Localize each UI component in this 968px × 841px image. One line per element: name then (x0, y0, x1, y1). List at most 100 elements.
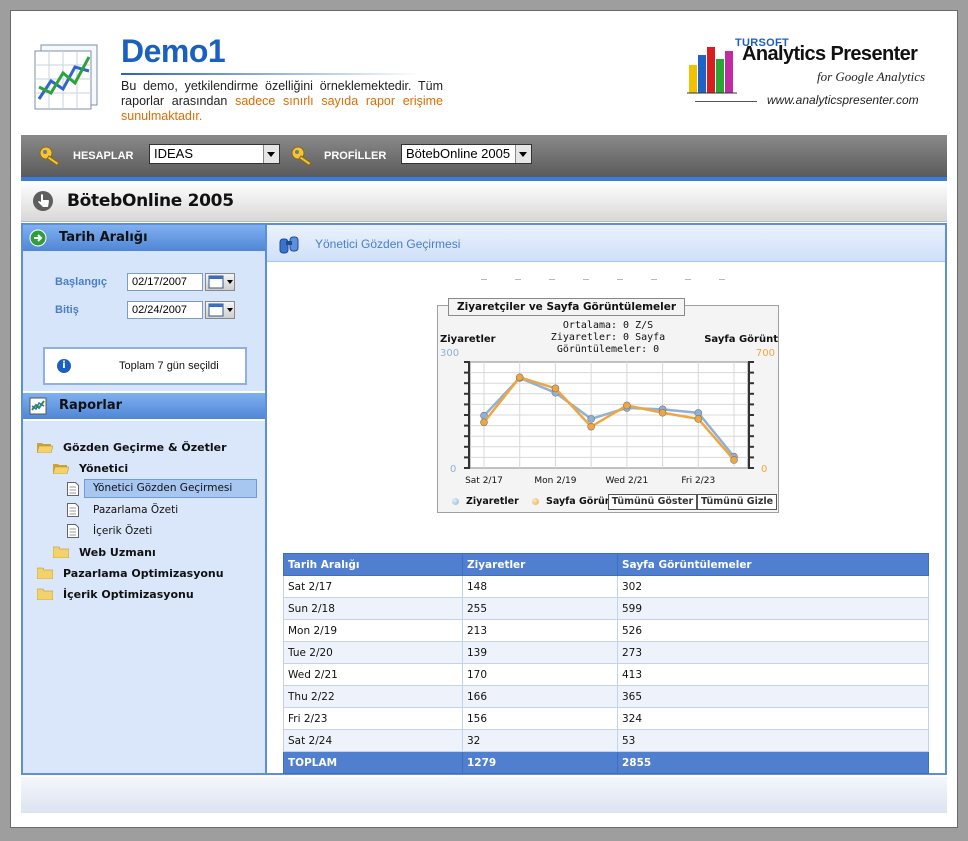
legend-visits[interactable]: Ziyaretler (466, 496, 519, 507)
page-title: Demo1 (121, 33, 226, 69)
table-cell: 213 (462, 619, 618, 642)
data-point (480, 418, 488, 427)
table-cell: Wed 2/21 (283, 663, 463, 686)
table-total-row: TOPLAM 1279 2855 (283, 751, 929, 774)
date-range-panel: Başlangıç 02/17/2007 Bitiş 02/24/2007 i … (23, 251, 265, 391)
table-row: Tue 2/20 139 273 (283, 641, 929, 664)
tree-item-overview[interactable]: Gözden Geçirme & Özetler (37, 439, 237, 457)
legend-pageviews[interactable]: Sayfa Görün (546, 496, 608, 507)
start-date-label: Başlangıç (55, 276, 107, 288)
table-row: Sun 2/18 255 599 (283, 597, 929, 620)
tree-item-web-expert[interactable]: Web Uzmanı (53, 544, 233, 562)
document-icon (67, 503, 79, 517)
legend-dot-pageviews (532, 498, 539, 505)
end-date-label: Bitiş (55, 304, 79, 316)
key-icon (39, 146, 60, 167)
data-point (694, 415, 703, 423)
tree-item-content-optimization[interactable]: İçerik Optimizasyonu (37, 586, 247, 604)
brand-url-rule (695, 101, 757, 102)
table-row: Wed 2/21 170 413 (283, 663, 929, 686)
line-chart: 0 0 Sat 2/17 Mon 2/19 Wed 2/21 Fri 2/23 (450, 361, 767, 486)
tree-item-label: Pazarlama Özeti (93, 504, 179, 516)
chevron-down-icon[interactable] (263, 145, 279, 163)
arrow-right-circle-icon (29, 229, 47, 247)
table-cell: 53 (617, 729, 929, 752)
tree-item-executive-review[interactable]: Yönetici Gözden Geçirmesi (84, 479, 257, 498)
chevron-down-icon[interactable] (515, 145, 531, 163)
accounts-select[interactable]: IDEAS (149, 144, 280, 164)
table-cell: 148 (462, 575, 618, 598)
folder-open-icon (53, 464, 69, 474)
reports-header: Raporlar (23, 393, 265, 419)
tree-item-label: İçerik Optimizasyonu (63, 588, 194, 601)
total-cell: 2855 (617, 751, 929, 774)
table-cell: 139 (462, 641, 618, 664)
start-date-input[interactable]: 02/17/2007 (127, 273, 203, 291)
profiles-select[interactable]: BötebOnline 2005 (401, 144, 532, 164)
table-row: Sat 2/17 148 302 (283, 575, 929, 598)
table-cell: Fri 2/23 (283, 707, 463, 730)
brand-logo: TURSOFT Analytics Presenter for Google A… (687, 37, 937, 127)
table-cell: 273 (617, 641, 929, 664)
table-cell: 302 (617, 575, 929, 598)
date-range-header: Tarih Aralığı (23, 225, 265, 251)
calendar-icon (208, 275, 233, 289)
page-header: Demo1 Bu demo, yetkilendirme özelliğini … (11, 11, 957, 135)
binoculars-icon (279, 236, 299, 254)
table-cell: 170 (462, 663, 618, 686)
end-calendar-button[interactable] (205, 301, 235, 319)
end-date-input[interactable]: 02/24/2007 (127, 301, 203, 319)
table-cell: 32 (462, 729, 618, 752)
show-all-button[interactable]: Tümünü Göster (608, 494, 697, 510)
table-cell: 413 (617, 663, 929, 686)
total-cell: 1279 (462, 751, 618, 774)
chart-container: Ziyaretçiler ve Sayfa Görüntülemeler Ort… (437, 298, 779, 513)
table-cell: Thu 2/22 (283, 685, 463, 708)
line-chart-icon (29, 397, 47, 415)
table-cell: 255 (462, 597, 618, 620)
table-header-row: Tarih Aralığı Ziyaretler Sayfa Görüntüle… (283, 553, 929, 576)
calendar-icon (208, 303, 233, 317)
chart-legend: Ziyaretler Sayfa Görün Tümünü Göster Tüm… (438, 492, 778, 512)
profiles-select-value: BötebOnline 2005 (406, 146, 511, 161)
brand-url: www.analyticspresenter.com (767, 93, 919, 107)
data-point (623, 401, 631, 410)
tree-item-marketing-summary[interactable]: Pazarlama Özeti (67, 502, 247, 520)
table-cell: Mon 2/19 (283, 619, 463, 642)
reports-tree: Gözden Geçirme & Özetler Yönetici Yöneti… (23, 421, 265, 773)
data-point (658, 408, 667, 417)
table-row: Thu 2/22 166 365 (283, 685, 929, 708)
hide-all-button[interactable]: Tümünü Gizle (697, 494, 777, 510)
x-tick-label: Sat 2/17 (465, 476, 503, 486)
pointer-hand-icon (33, 191, 53, 211)
tree-item-executive[interactable]: Yönetici (53, 460, 233, 478)
table-cell: 324 (617, 707, 929, 730)
table-row: Fri 2/23 156 324 (283, 707, 929, 730)
x-tick-label: Mon 2/19 (534, 476, 576, 486)
column-header: Sayfa Görüntülemeler (617, 553, 929, 576)
tree-item-content-summary[interactable]: İçerik Özeti (67, 523, 247, 541)
table-cell: Tue 2/20 (283, 641, 463, 664)
x-tick-label: Wed 2/21 (606, 476, 649, 486)
table-cell: 166 (462, 685, 618, 708)
left-panel: Tarih Aralığı Başlangıç 02/17/2007 Bitiş… (21, 223, 267, 775)
date-info-box: i Toplam 7 gün seçildi (43, 347, 247, 385)
y-right-min: 0 (761, 464, 767, 475)
table-row: Sat 2/24 32 53 (283, 729, 929, 752)
reports-title: Raporlar (59, 398, 123, 413)
column-header: Tarih Aralığı (283, 553, 463, 576)
tree-item-label: Yönetici (79, 462, 129, 475)
profile-title: BötebOnline 2005 (67, 191, 234, 211)
folder-icon (53, 546, 69, 558)
document-icon (67, 481, 79, 496)
chart-top-ticks (481, 279, 725, 280)
page-description: Bu demo, yetkilendirme özelliğini örnekl… (121, 79, 443, 124)
accounts-select-value: IDEAS (154, 146, 194, 161)
folder-icon (37, 588, 53, 600)
start-calendar-button[interactable] (205, 273, 235, 291)
tree-item-marketing-optimization[interactable]: Pazarlama Optimizasyonu (37, 565, 247, 583)
table-row: Mon 2/19 213 526 (283, 619, 929, 642)
profiles-label: PROFİLLER (324, 150, 387, 162)
main-header: Yönetici Gözden Geçirmesi (267, 225, 945, 262)
data-table: Tarih Aralığı Ziyaretler Sayfa Görüntüle… (283, 553, 929, 774)
